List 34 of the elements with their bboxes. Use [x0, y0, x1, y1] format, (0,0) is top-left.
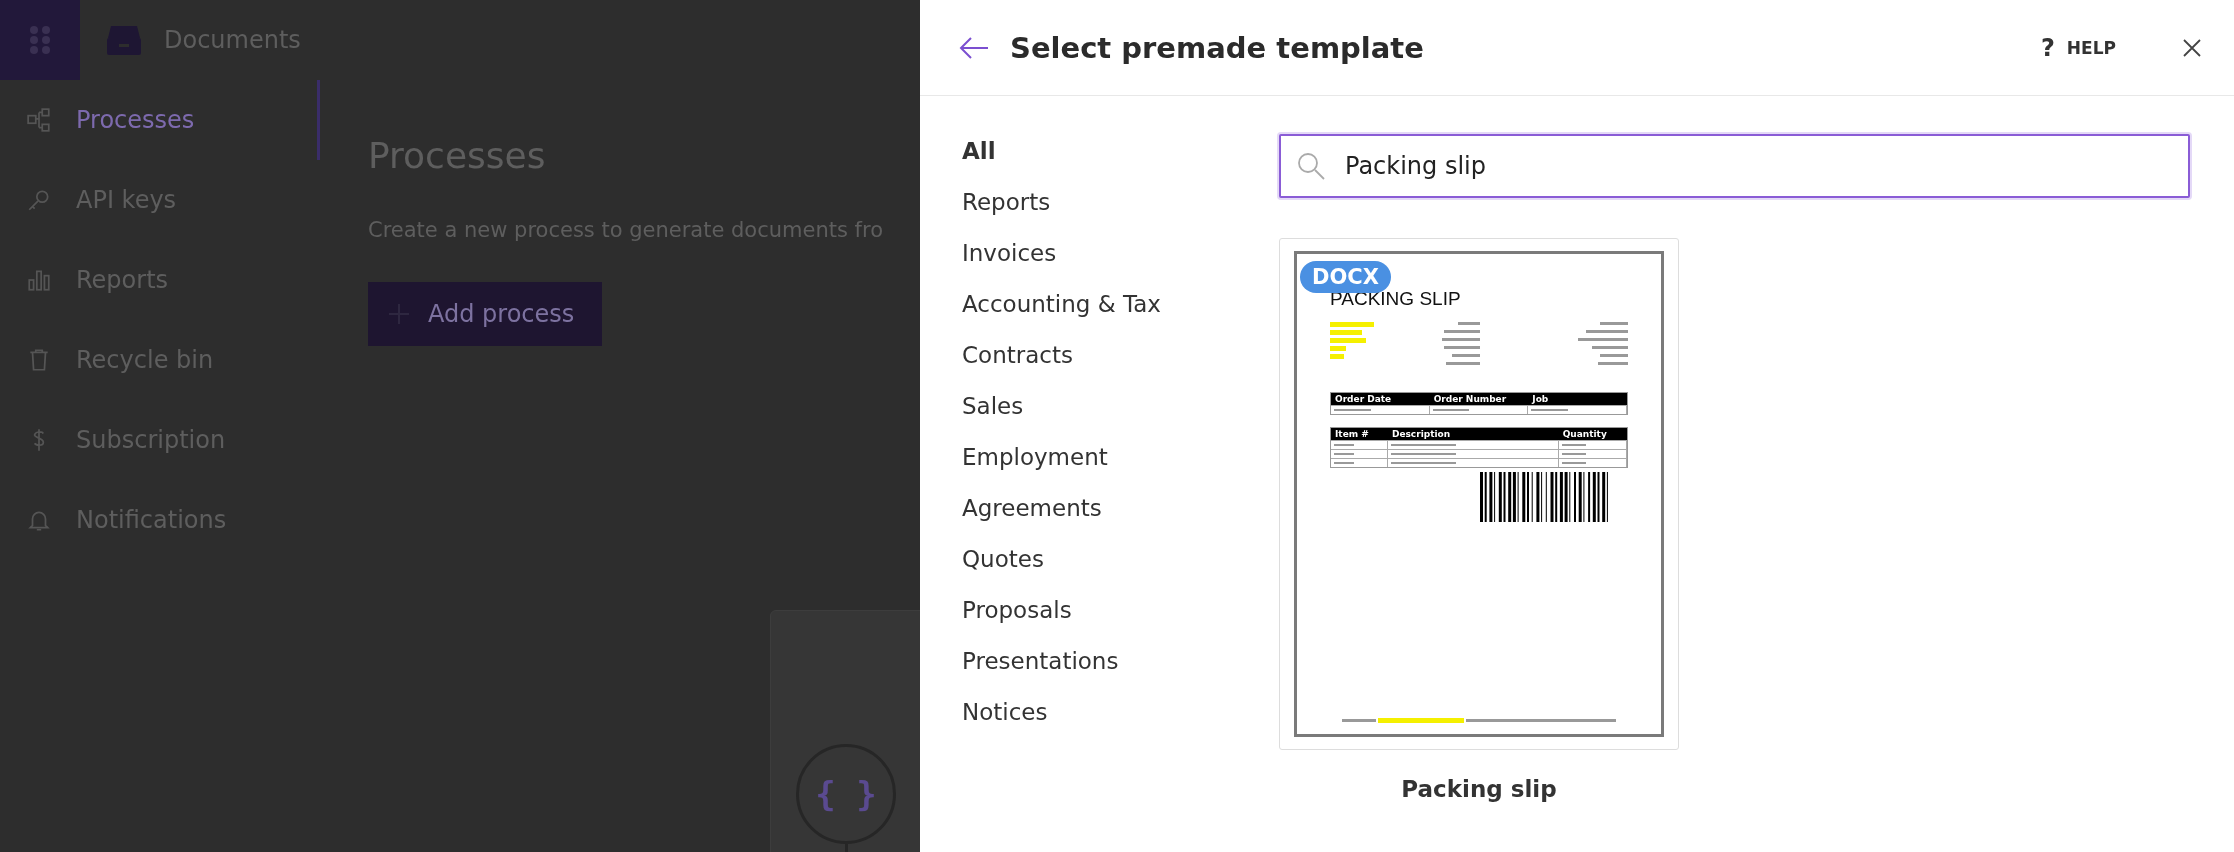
flowchart-icon: [26, 107, 52, 133]
category-item[interactable]: Notices: [962, 695, 1279, 729]
category-item[interactable]: Accounting & Tax: [962, 287, 1279, 321]
add-process-button[interactable]: Add process: [368, 282, 603, 346]
table-cell: [1558, 458, 1627, 467]
category-item[interactable]: Quotes: [962, 542, 1279, 576]
table-header: Quantity: [1558, 428, 1627, 440]
category-item[interactable]: Presentations: [962, 644, 1279, 678]
table-header: Job: [1528, 393, 1627, 405]
category-item[interactable]: Invoices: [962, 236, 1279, 270]
table-header: Order Number: [1429, 393, 1529, 405]
format-badge: DOCX: [1300, 261, 1391, 293]
category-item[interactable]: Agreements: [962, 491, 1279, 525]
bar-chart-icon: [26, 267, 52, 293]
table-cell: [1331, 458, 1388, 467]
help-button[interactable]: ? HELP: [2034, 32, 2122, 63]
category-item[interactable]: Contracts: [962, 338, 1279, 372]
search-field[interactable]: Packing slip: [1279, 134, 2190, 198]
category-item[interactable]: All: [962, 134, 1279, 168]
placeholder-icon: { }: [796, 744, 896, 844]
table-header: Description: [1387, 428, 1559, 440]
template-card[interactable]: PACKING SLIP Order Date Order Number Job Item # Description Quantity DOCX: [1279, 238, 1679, 750]
table-cell: [1558, 440, 1627, 449]
category-item[interactable]: Reports: [962, 185, 1279, 219]
table-cell: [1331, 440, 1388, 449]
panel-title: Select premade template: [1010, 30, 1425, 65]
table-cell: [1331, 449, 1388, 458]
table-cell: [1558, 449, 1627, 458]
table-header: Order Date: [1331, 393, 1430, 405]
category-item[interactable]: Proposals: [962, 593, 1279, 627]
category-item[interactable]: Employment: [962, 440, 1279, 474]
table-header: Item #: [1331, 428, 1388, 440]
template-name: Packing slip: [1401, 776, 1557, 802]
category-item[interactable]: Sales: [962, 389, 1279, 423]
